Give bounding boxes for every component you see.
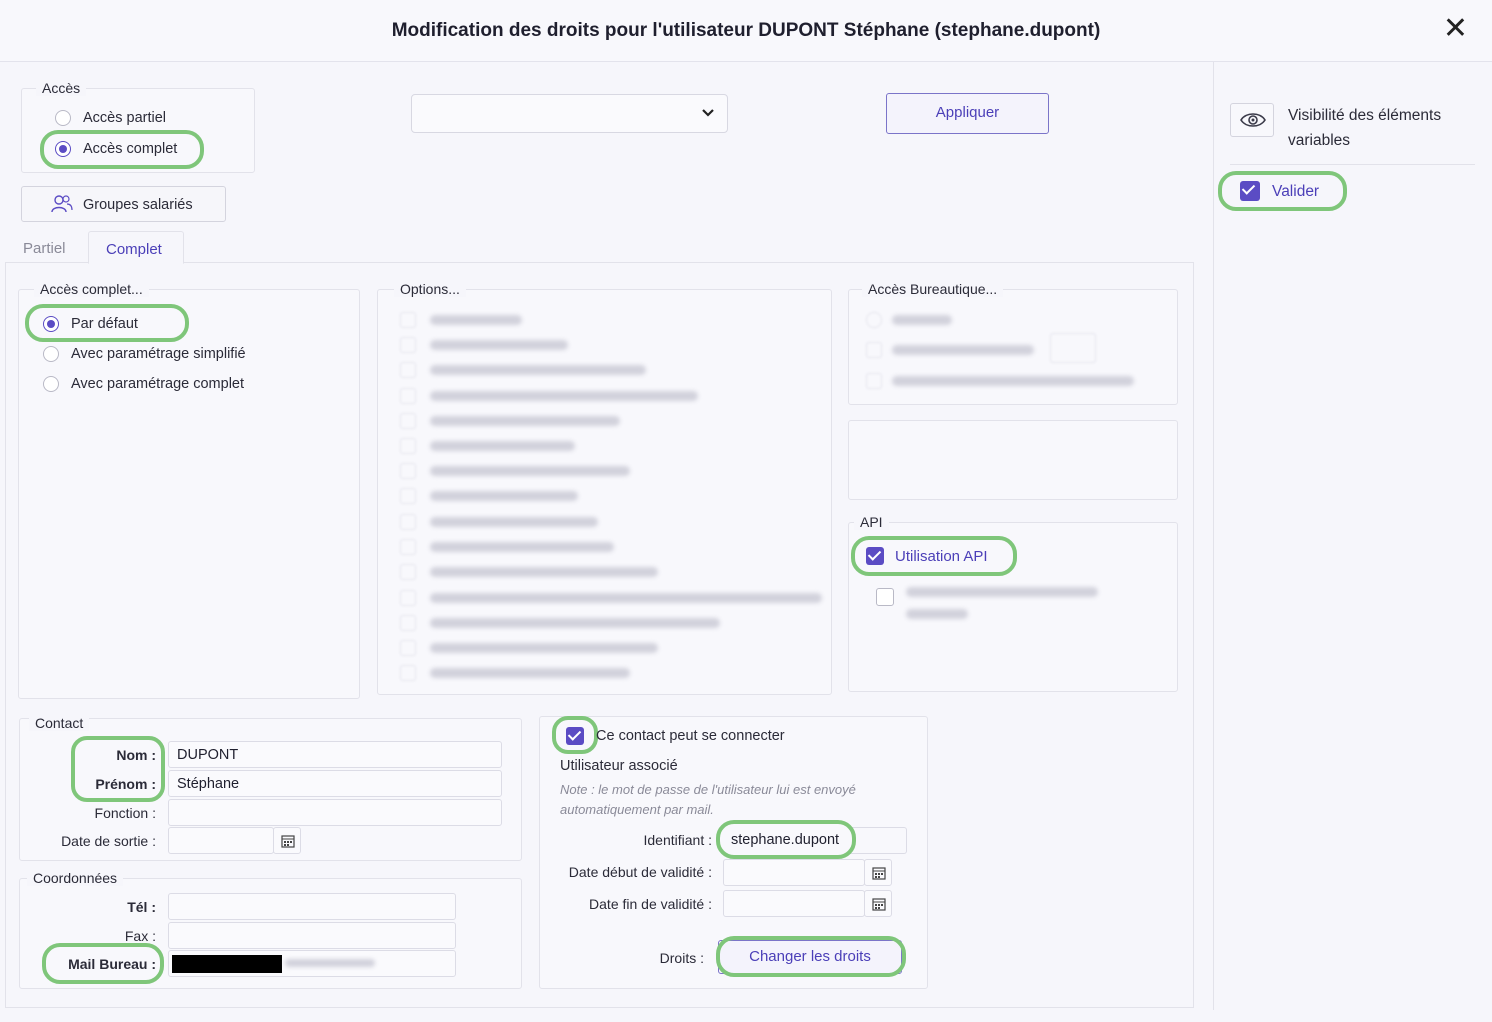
date-debut-input[interactable] — [723, 859, 865, 886]
date-sortie-label: Date de sortie : — [61, 833, 156, 849]
partial-access-label: Accès partiel — [83, 110, 167, 126]
full-config-label: Avec paramétrage complet — [71, 376, 245, 392]
api-usage-label: Utilisation API — [895, 548, 988, 565]
nom-input[interactable]: DUPONT — [168, 741, 502, 768]
can-connect-label: Ce contact peut se connecter — [596, 728, 785, 744]
fax-label: Fax : — [124, 928, 156, 944]
date-sortie-input[interactable] — [168, 827, 274, 854]
droits-label: Droits : — [659, 950, 704, 966]
mail-label: Mail Bureau : — [68, 956, 156, 972]
radio-partial-access[interactable] — [55, 110, 71, 126]
tab-complete-label: Complet — [106, 241, 162, 258]
fonction-label: Fonction : — [94, 805, 156, 821]
password-note-line1: Note : le mot de passe de l'utilisateur … — [560, 782, 856, 797]
date-fin-input[interactable] — [723, 890, 865, 917]
nom-label: Nom : — [116, 747, 156, 763]
associated-user-title: Utilisateur associé — [560, 758, 678, 774]
password-note-line2: automatiquement par mail. — [560, 802, 714, 817]
right-panel-divider — [1213, 62, 1214, 1010]
can-connect-checkbox[interactable] — [566, 727, 584, 745]
identifiant-label: Identifiant : — [643, 832, 713, 848]
tab-partial[interactable]: Partiel — [23, 240, 66, 257]
coordinates-legend: Coordonnées — [27, 870, 124, 886]
prenom-input[interactable]: Stéphane — [168, 770, 502, 797]
access-legend: Accès — [36, 80, 87, 96]
fax-input[interactable] — [168, 922, 456, 949]
mail-input[interactable] — [168, 950, 456, 977]
access-frame — [21, 88, 255, 173]
validate-label: Valider — [1272, 183, 1320, 200]
radio-simple-config[interactable] — [43, 346, 59, 362]
calendar-icon[interactable] — [864, 859, 892, 886]
office-access-legend: Accès Bureautique... — [862, 281, 1004, 297]
employee-groups-button[interactable]: Groupes salariés — [21, 186, 226, 222]
prenom-label: Prénom : — [95, 776, 156, 792]
api-usage-checkbox[interactable] — [866, 547, 884, 565]
fonction-input[interactable] — [168, 799, 502, 826]
date-debut-label: Date début de validité : — [568, 864, 712, 880]
close-icon[interactable]: ✕ — [1443, 14, 1468, 44]
dialog-header: Modification des droits pour l'utilisate… — [0, 0, 1492, 62]
empty-panel — [848, 420, 1178, 500]
identifiant-input-border — [850, 827, 907, 854]
validate-checkbox[interactable] — [1240, 181, 1260, 201]
password-generation-checkbox[interactable] — [876, 588, 894, 606]
tel-label: Tél : — [127, 899, 156, 915]
calendar-icon[interactable] — [864, 890, 892, 917]
profile-dropdown[interactable] — [411, 94, 728, 133]
users-icon — [51, 195, 73, 213]
eye-icon — [1240, 113, 1266, 127]
full-access-legend: Accès complet... — [34, 281, 149, 297]
simple-config-label: Avec paramétrage simplifié — [71, 346, 246, 362]
contact-legend: Contact — [29, 715, 90, 731]
visibility-label-line1: Visibilité des éléments — [1288, 107, 1442, 124]
visibility-divider — [1230, 164, 1475, 165]
tab-complete[interactable]: Complet — [88, 231, 184, 264]
calendar-icon[interactable] — [273, 827, 301, 854]
redaction-bar — [172, 955, 282, 973]
date-fin-label: Date fin de validité : — [589, 896, 712, 912]
api-legend: API — [854, 514, 889, 530]
visibility-label-line2: variables — [1288, 132, 1351, 149]
tel-input[interactable] — [168, 893, 456, 920]
chevron-down-icon — [702, 109, 714, 117]
radio-default[interactable] — [43, 316, 59, 332]
visibility-toggle[interactable] — [1230, 103, 1274, 137]
radio-full-access[interactable] — [55, 141, 71, 157]
redacted-text — [285, 959, 375, 967]
employee-groups-label: Groupes salariés — [83, 197, 193, 213]
full-access-label: Accès complet — [83, 141, 178, 157]
options-legend: Options... — [394, 281, 466, 297]
default-label: Par défaut — [71, 316, 138, 332]
change-rights-button[interactable]: Changer les droits — [718, 940, 902, 974]
radio-full-config[interactable] — [43, 376, 59, 392]
apply-button[interactable]: Appliquer — [886, 93, 1049, 134]
dialog-title: Modification des droits pour l'utilisate… — [391, 20, 1101, 41]
